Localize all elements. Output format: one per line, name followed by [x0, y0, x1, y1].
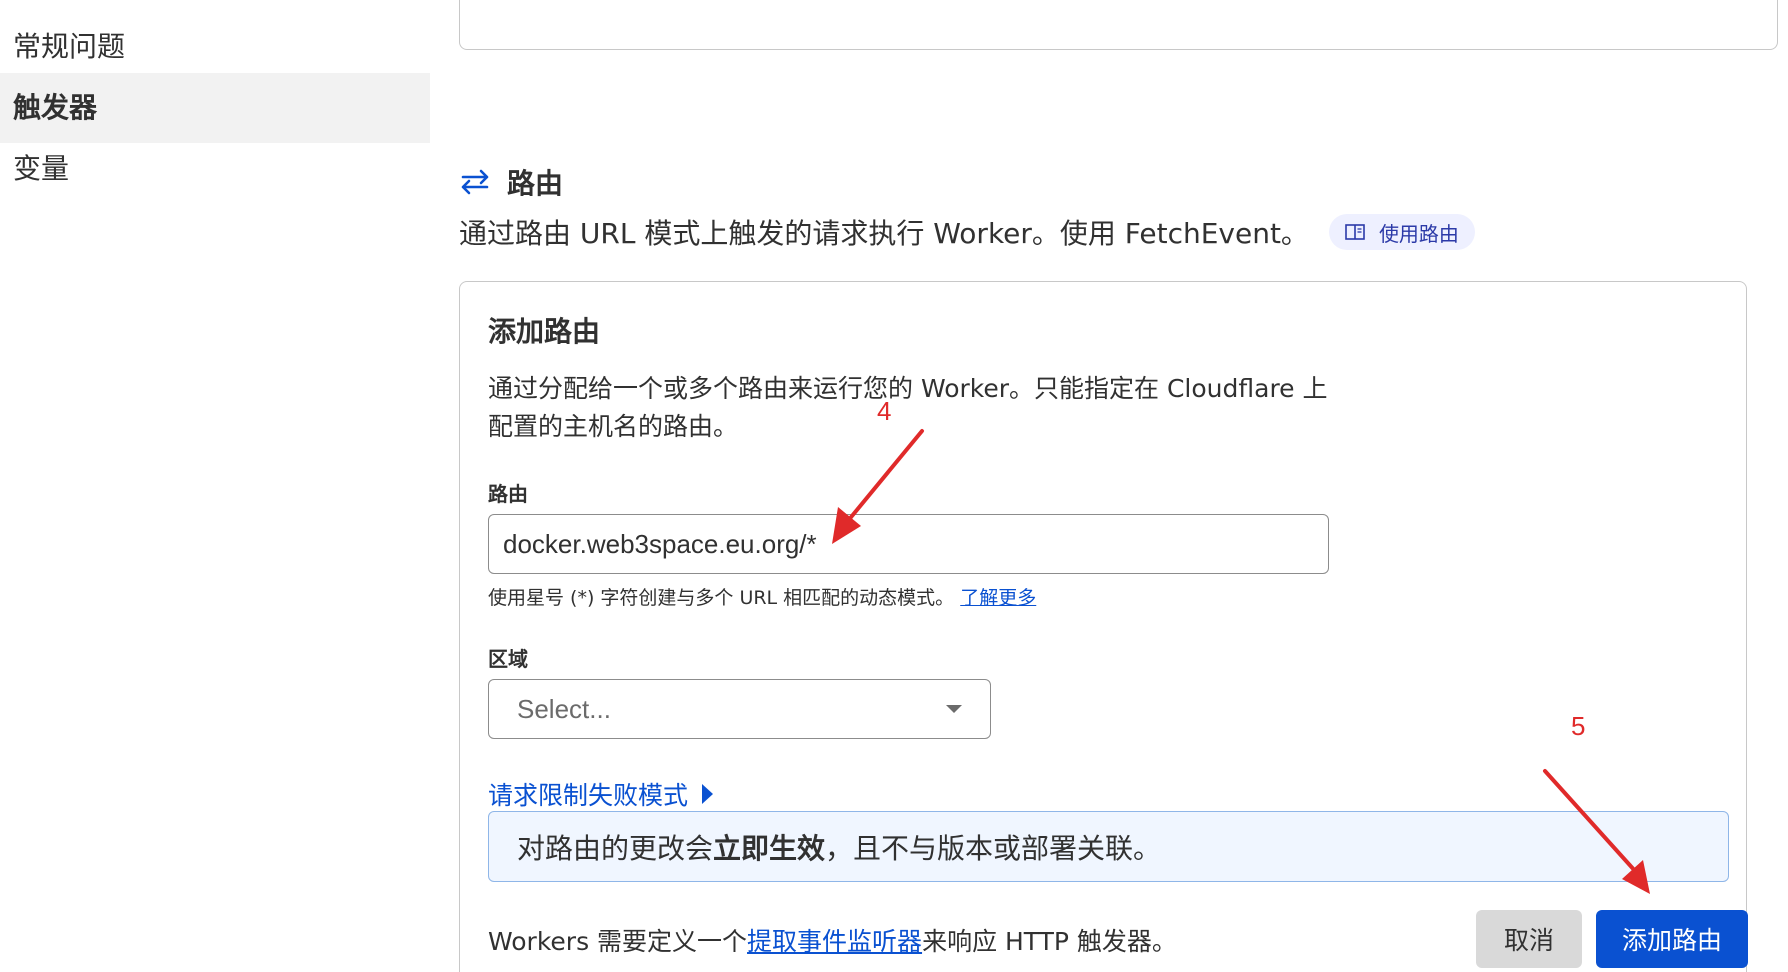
cancel-button[interactable]: 取消 — [1476, 910, 1582, 968]
failure-mode-label: 请求限制失败模式 — [488, 781, 689, 810]
footer-prefix: Workers 需要定义一个 — [488, 927, 748, 956]
add-route-card: 添加路由 通过分配给一个或多个路由来运行您的 Worker。只能指定在 Clou… — [459, 281, 1748, 972]
route-input[interactable] — [488, 514, 1329, 574]
failure-mode-toggle[interactable]: 请求限制失败模式 — [488, 776, 714, 812]
route-helper: 使用星号 (*) 字符创建与多个 URL 相匹配的动态模式。 了解更多 — [488, 583, 1036, 610]
arrows-swap-icon — [461, 169, 489, 195]
add-route-title: 添加路由 — [488, 315, 601, 348]
book-icon — [1345, 224, 1365, 240]
notice-suffix: ，且不与版本或部署关联。 — [825, 831, 1162, 865]
zone-select-placeholder: Select... — [517, 693, 611, 724]
routes-section-title: 路由 — [507, 167, 564, 200]
zone-select[interactable]: Select... — [488, 679, 991, 739]
fetch-event-listener-link[interactable]: 提取事件监听器 — [747, 927, 922, 956]
sidebar-item-triggers[interactable]: 触发器 — [0, 73, 430, 143]
add-route-description: 通过分配给一个或多个路由来运行您的 Worker。只能指定在 Cloudflar… — [488, 374, 1328, 441]
route-helper-text: 使用星号 (*) 字符创建与多个 URL 相匹配的动态模式。 — [488, 587, 955, 609]
routes-section-header: 路由 — [459, 162, 563, 202]
routes-description-text: 通过路由 URL 模式上触发的请求执行 Worker。使用 FetchEvent… — [459, 217, 1309, 250]
routes-section-description: 通过路由 URL 模式上触发的请求执行 Worker。使用 FetchEvent… — [459, 210, 1475, 254]
footer-note: Workers 需要定义一个提取事件监听器来响应 HTTP 触发器。 — [488, 922, 1177, 958]
use-routes-doc-label: 使用路由 — [1378, 221, 1459, 246]
sidebar-item-general[interactable]: 常规问题 — [0, 12, 430, 82]
previous-card — [459, 0, 1778, 50]
caret-right-icon — [702, 784, 714, 804]
zone-label: 区域 — [488, 647, 528, 671]
add-route-button[interactable]: 添加路由 — [1596, 910, 1748, 968]
notice-prefix: 对路由的更改会 — [517, 831, 714, 865]
use-routes-doc-link[interactable]: 使用路由 — [1328, 214, 1475, 250]
sidebar-item-variables[interactable]: 变量 — [0, 134, 430, 204]
sidebar: 常规问题 触发器 变量 — [0, 0, 430, 972]
route-label: 路由 — [488, 482, 528, 506]
chevron-down-icon — [946, 705, 962, 713]
annotation-step-4: 4 — [877, 396, 892, 426]
annotation-step-5: 5 — [1571, 711, 1586, 741]
route-change-notice: 对路由的更改会 立即生效 ，且不与版本或部署关联。 — [488, 811, 1729, 882]
notice-bold: 立即生效 — [713, 831, 826, 865]
footer-suffix: 来响应 HTTP 触发器。 — [922, 927, 1177, 956]
learn-more-link[interactable]: 了解更多 — [960, 587, 1036, 609]
